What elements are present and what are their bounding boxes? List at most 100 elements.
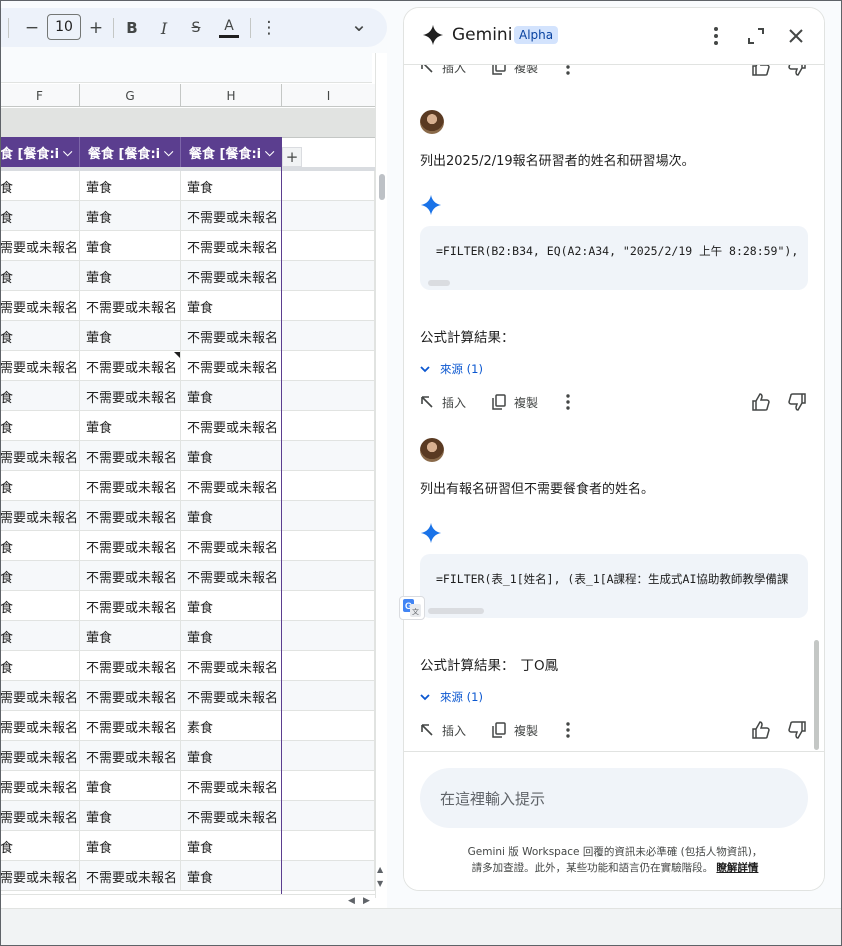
- table-cell[interactable]: 葷食: [181, 621, 282, 651]
- thumbs-down-icon[interactable]: [788, 391, 806, 413]
- close-icon[interactable]: [784, 24, 808, 48]
- prompt-input[interactable]: 在這裡輸入提示: [420, 768, 808, 828]
- table-cell[interactable]: [282, 591, 375, 621]
- learn-more-link[interactable]: 瞭解詳情: [716, 862, 758, 874]
- table-cell[interactable]: 不需要或未報名: [80, 741, 181, 771]
- table-cell[interactable]: 需要或未報名: [0, 231, 80, 261]
- table-cell[interactable]: [282, 411, 375, 441]
- table-cell[interactable]: 需要或未報名: [0, 861, 80, 891]
- more-options-icon[interactable]: ⋮: [259, 14, 279, 42]
- scroll-right-icon[interactable]: ▶: [363, 896, 370, 906]
- more-vert-icon[interactable]: [704, 24, 728, 48]
- table-cell[interactable]: 葷食: [181, 381, 282, 411]
- table-cell[interactable]: 需要或未報名: [0, 711, 80, 741]
- table-cell[interactable]: 不需要或未報名: [80, 471, 181, 501]
- scroll-left-icon[interactable]: ◀: [348, 896, 355, 906]
- table-cell[interactable]: 不需要或未報名: [181, 801, 282, 831]
- table-cell[interactable]: 食: [0, 261, 80, 291]
- table-cell[interactable]: 需要或未報名: [0, 441, 80, 471]
- italic-button[interactable]: I: [154, 14, 174, 42]
- thumbs-up-icon[interactable]: [752, 719, 770, 741]
- table-cell[interactable]: 食: [0, 201, 80, 231]
- table-cell[interactable]: 食: [0, 471, 80, 501]
- table-cell[interactable]: 不需要或未報名: [181, 561, 282, 591]
- table-header-cell[interactable]: 餐食 [餐食:i ⌵: [181, 137, 282, 167]
- increase-font-size-button[interactable]: +: [86, 14, 106, 42]
- table-cell[interactable]: 葷食: [181, 441, 282, 471]
- table-cell[interactable]: 食: [0, 591, 80, 621]
- table-cell[interactable]: 葷食: [181, 861, 282, 891]
- chevron-down-icon[interactable]: ⌵: [265, 145, 274, 160]
- table-cell[interactable]: 葷食: [80, 621, 181, 651]
- sources-toggle[interactable]: 來源 (1): [420, 689, 483, 705]
- column-header-h[interactable]: H: [181, 84, 282, 107]
- table-cell[interactable]: 食: [0, 561, 80, 591]
- table-cell[interactable]: 食: [0, 171, 80, 201]
- table-cell[interactable]: [282, 801, 375, 831]
- copy-button[interactable]: 複製: [492, 719, 538, 741]
- table-cell[interactable]: 需要或未報名: [0, 501, 80, 531]
- google-translate-icon[interactable]: G 文: [399, 596, 425, 620]
- table-cell[interactable]: [282, 351, 375, 381]
- table-cell[interactable]: 不需要或未報名: [80, 501, 181, 531]
- table-cell[interactable]: [282, 201, 375, 231]
- sources-toggle[interactable]: 來源 (1): [420, 361, 483, 377]
- table-cell[interactable]: 不需要或未報名: [181, 321, 282, 351]
- table-cell[interactable]: 不需要或未報名: [80, 291, 181, 321]
- table-cell[interactable]: 不需要或未報名: [181, 261, 282, 291]
- more-vert-icon[interactable]: [566, 719, 570, 741]
- insert-button[interactable]: 插入: [420, 719, 466, 741]
- table-cell[interactable]: 葷食: [80, 801, 181, 831]
- table-cell[interactable]: 不需要或未報名: [80, 381, 181, 411]
- table-cell[interactable]: [282, 771, 375, 801]
- table-cell[interactable]: 食: [0, 651, 80, 681]
- table-cell[interactable]: 葷食: [80, 771, 181, 801]
- table-cell[interactable]: [282, 381, 375, 411]
- table-cell[interactable]: 不需要或未報名: [181, 411, 282, 441]
- table-cell[interactable]: 葷食: [181, 591, 282, 621]
- table-cell[interactable]: 食: [0, 621, 80, 651]
- table-cell[interactable]: 葷食: [181, 171, 282, 201]
- table-cell[interactable]: 需要或未報名: [0, 771, 80, 801]
- code-scrollbar[interactable]: [428, 608, 484, 614]
- table-header-cell[interactable]: 餐食 [餐食:i ⌵: [80, 137, 181, 167]
- column-header-g[interactable]: G: [80, 84, 181, 107]
- table-cell[interactable]: 葷食: [181, 741, 282, 771]
- table-cell[interactable]: 不需要或未報名: [80, 861, 181, 891]
- table-cell[interactable]: [282, 321, 375, 351]
- thumbs-up-icon[interactable]: [752, 391, 770, 413]
- table-cell[interactable]: 不需要或未報名: [181, 651, 282, 681]
- chevron-down-icon[interactable]: ⌵: [164, 145, 173, 160]
- table-cell[interactable]: 不需要或未報名: [80, 351, 181, 381]
- formula-code-block[interactable]: =FILTER(表_1[姓名], (表_1[A課程：生成式AI協助教師教學備課: [420, 554, 808, 618]
- table-cell[interactable]: 需要或未報名: [0, 351, 80, 381]
- vertical-scrollbar[interactable]: ▲ ▼: [375, 53, 387, 898]
- horizontal-scrollbar[interactable]: ◀ ▶: [0, 894, 375, 908]
- table-cell[interactable]: [282, 711, 375, 741]
- table-cell[interactable]: [282, 441, 375, 471]
- table-cell[interactable]: 不需要或未報名: [181, 471, 282, 501]
- decrease-font-size-button[interactable]: −: [22, 14, 42, 42]
- table-cell[interactable]: 葷食: [181, 501, 282, 531]
- column-header-i[interactable]: I: [282, 84, 375, 107]
- table-cell[interactable]: [282, 531, 375, 561]
- scrollbar-thumb[interactable]: [379, 174, 385, 200]
- table-cell[interactable]: 不需要或未報名: [80, 651, 181, 681]
- table-cell[interactable]: [282, 861, 375, 891]
- table-cell[interactable]: [282, 261, 375, 291]
- scroll-up-icon[interactable]: ▲: [377, 865, 383, 874]
- table-cell[interactable]: [282, 291, 375, 321]
- table-cell[interactable]: 食: [0, 411, 80, 441]
- insert-button[interactable]: 插入: [420, 65, 466, 78]
- bold-button[interactable]: B: [122, 14, 142, 42]
- more-vert-icon[interactable]: [566, 391, 570, 413]
- copy-button[interactable]: 複製: [492, 391, 538, 413]
- table-cell[interactable]: 不需要或未報名: [80, 531, 181, 561]
- table-cell[interactable]: 食: [0, 381, 80, 411]
- table-cell[interactable]: [282, 621, 375, 651]
- table-cell[interactable]: 葷食: [80, 201, 181, 231]
- more-vert-icon[interactable]: [566, 65, 570, 78]
- formula-code-block[interactable]: =FILTER(B2:B34, EQ(A2:A34, "2025/2/19 上午…: [420, 226, 808, 290]
- table-cell[interactable]: 不需要或未報名: [80, 711, 181, 741]
- table-cell[interactable]: 食: [0, 831, 80, 861]
